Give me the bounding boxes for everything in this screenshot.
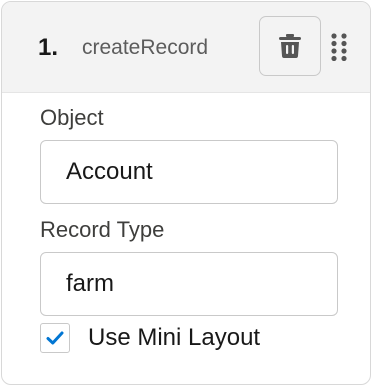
use-mini-layout-checkbox[interactable] bbox=[40, 323, 70, 353]
use-mini-layout-label: Use Mini Layout bbox=[88, 324, 261, 351]
step-header: 1. createRecord bbox=[2, 2, 370, 93]
step-name: createRecord bbox=[82, 36, 209, 59]
drag-handle-icon[interactable] bbox=[331, 33, 347, 61]
object-input[interactable] bbox=[40, 140, 338, 204]
record-type-input[interactable] bbox=[40, 252, 338, 316]
trash-icon bbox=[279, 34, 301, 58]
step-number: 1. bbox=[38, 34, 59, 61]
checkmark-icon bbox=[46, 331, 64, 345]
step-card: 1. createRecord Object Record Type bbox=[1, 1, 371, 385]
use-mini-layout-option: Use Mini Layout bbox=[40, 321, 260, 355]
object-label: Object bbox=[40, 105, 104, 130]
record-type-label: Record Type bbox=[40, 217, 165, 242]
delete-step-button[interactable] bbox=[259, 16, 321, 76]
